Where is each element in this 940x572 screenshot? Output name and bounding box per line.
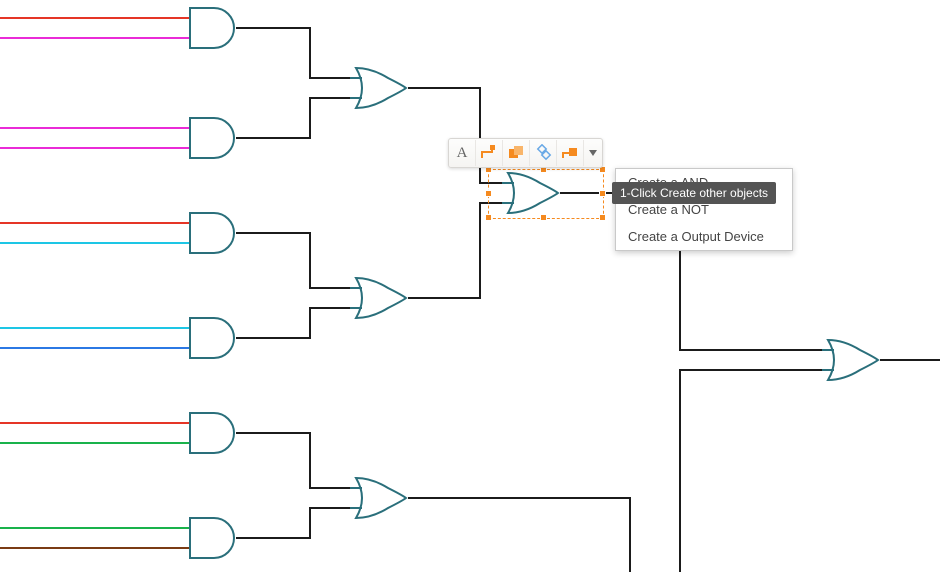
or-gate (356, 478, 406, 518)
tooltip-text: 1-Click Create other objects (620, 186, 768, 200)
shape-tool-button[interactable] (503, 140, 530, 166)
or-gate-final (828, 340, 878, 380)
diamond-link-icon (534, 144, 552, 162)
tooltip: 1-Click Create other objects (612, 182, 776, 204)
oneclick-icon (561, 144, 579, 162)
and-gate (190, 413, 234, 453)
menu-item-label: Create a NOT (628, 202, 709, 217)
selection-handle[interactable] (599, 190, 606, 197)
and-gate (190, 518, 234, 558)
input-wires (0, 18, 192, 548)
shapes-icon (507, 144, 525, 162)
and-gate (190, 318, 234, 358)
selection-outline (488, 169, 604, 219)
selection-handle[interactable] (540, 214, 547, 221)
text-tool-label: A (457, 145, 468, 162)
chevron-down-icon (589, 150, 597, 156)
or-gate (356, 278, 406, 318)
menu-item-label: Create a Output Device (628, 229, 764, 244)
text-tool-button[interactable]: A (449, 140, 476, 166)
more-dropdown-button[interactable] (584, 140, 602, 166)
and-gate (190, 8, 234, 48)
and-gate (190, 118, 234, 158)
connector-icon (480, 144, 498, 162)
selection-handle[interactable] (485, 214, 492, 221)
quick-toolbar[interactable]: A (448, 138, 603, 168)
selection-handle[interactable] (485, 190, 492, 197)
diagram-canvas[interactable]: A Create a AND Create a NOT Create (0, 0, 940, 572)
or-gate (356, 68, 406, 108)
menu-item-create-output[interactable]: Create a Output Device (616, 223, 792, 250)
oneclick-create-menu[interactable]: Create a AND Create a NOT Create a Outpu… (615, 168, 793, 251)
connector-tool-button[interactable] (476, 140, 503, 166)
link-tool-button[interactable] (530, 140, 557, 166)
logic-diagram-svg (0, 0, 940, 572)
selection-handle[interactable] (599, 214, 606, 221)
oneclick-create-button[interactable] (557, 140, 584, 166)
and-gate (190, 213, 234, 253)
